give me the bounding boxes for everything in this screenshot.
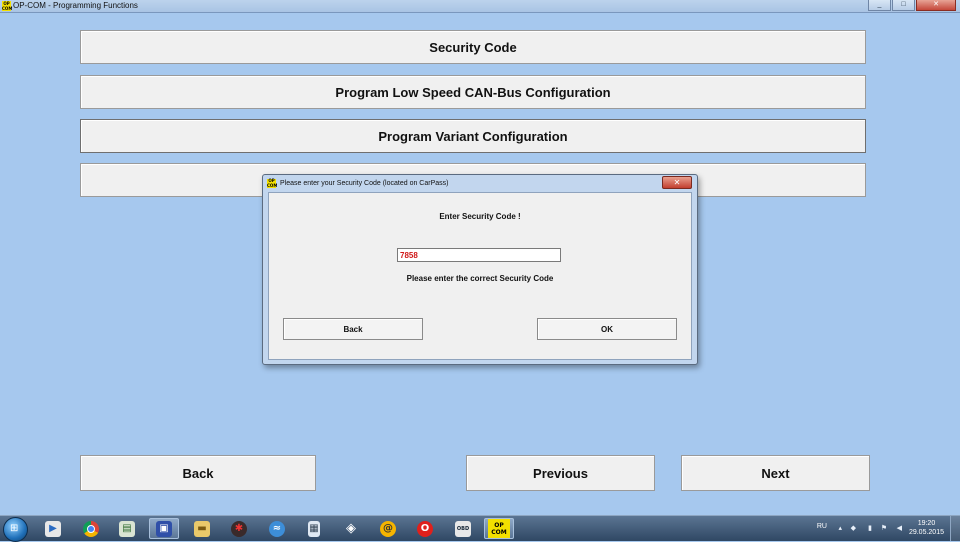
tray-expand-icon[interactable]: ▴ <box>838 524 842 532</box>
program-variant-configuration-button[interactable]: Program Variant Configuration <box>80 119 866 153</box>
windows-logo-icon: ⊞ <box>10 523 19 534</box>
clock-date: 29.05.2015 <box>908 529 944 536</box>
window-icon[interactable]: ▤ <box>112 518 142 539</box>
mail-icon[interactable]: @ <box>373 518 403 539</box>
dialog-back-button[interactable]: Back <box>283 318 423 340</box>
tray-app-icon[interactable]: ◆ <box>851 524 856 532</box>
maximize-button[interactable]: □ <box>892 0 915 11</box>
minimize-button[interactable]: _ <box>868 0 891 11</box>
dialog-ok-button[interactable]: OK <box>537 318 677 340</box>
security-code-input[interactable] <box>397 248 561 262</box>
taskbar: ⊞ ▶ ▤ ▣ ▬ ✱ ≈ ▦ ◈ @ O OBD OP COM RU ▴ ◆ … <box>0 515 960 542</box>
media-player-icon[interactable]: ▶ <box>38 518 68 539</box>
volume-icon[interactable]: ◀ <box>897 524 902 532</box>
opcom-taskbar-icon[interactable]: OP COM <box>484 518 514 539</box>
blue-app-icon[interactable]: ≈ <box>262 518 292 539</box>
program-low-speed-can-bus-button[interactable]: Program Low Speed CAN-Bus Configuration <box>80 75 866 109</box>
dialog-heading: Enter Security Code ! <box>439 212 521 221</box>
close-button[interactable]: ✕ <box>916 0 956 11</box>
dialog-titlebar: OP COM Please enter your Security Code (… <box>263 175 697 191</box>
dialog-title: Please enter your Security Code (located… <box>280 180 449 187</box>
save-icon[interactable]: ▣ <box>149 518 179 539</box>
dialog-message: Please enter the correct Security Code <box>406 274 554 283</box>
back-button[interactable]: Back <box>80 455 316 491</box>
unity-icon[interactable]: ◈ <box>336 518 366 539</box>
opcom-dialog-icon: OP COM <box>267 178 278 188</box>
next-button[interactable]: Next <box>681 455 870 491</box>
security-code-dialog: OP COM Please enter your Security Code (… <box>262 174 698 365</box>
app-red-icon[interactable]: ✱ <box>224 518 254 539</box>
window-title: OP-COM - Programming Functions <box>13 1 138 10</box>
flag-icon[interactable]: ⚑ <box>881 524 887 532</box>
opera-icon[interactable]: O <box>410 518 440 539</box>
folder-icon[interactable]: ▬ <box>187 518 217 539</box>
opcom-logo-icon: OP COM <box>2 1 13 11</box>
clock[interactable]: 19:20 29.05.2015 <box>909 519 944 537</box>
opcom-icon: OP COM <box>488 519 510 538</box>
start-button[interactable]: ⊞ <box>3 517 28 542</box>
previous-button[interactable]: Previous <box>466 455 655 491</box>
window-controls: _ □ ✕ <box>867 0 956 11</box>
language-indicator[interactable]: RU <box>817 523 827 530</box>
obd-icon[interactable]: OBD <box>448 518 478 539</box>
chrome-icon[interactable] <box>76 518 106 539</box>
calculator-icon[interactable]: ▦ <box>299 518 329 539</box>
security-code-button[interactable]: Security Code <box>80 30 866 64</box>
window-titlebar: OP COM OP-COM - Programming Functions _ … <box>0 0 960 13</box>
show-desktop-button[interactable] <box>950 516 960 541</box>
clock-time: 19:20 <box>917 520 936 527</box>
battery-icon[interactable]: ▮ <box>868 524 872 532</box>
dialog-body: Enter Security Code ! Please enter the c… <box>268 192 692 360</box>
dialog-close-button[interactable]: ✕ <box>662 176 692 189</box>
